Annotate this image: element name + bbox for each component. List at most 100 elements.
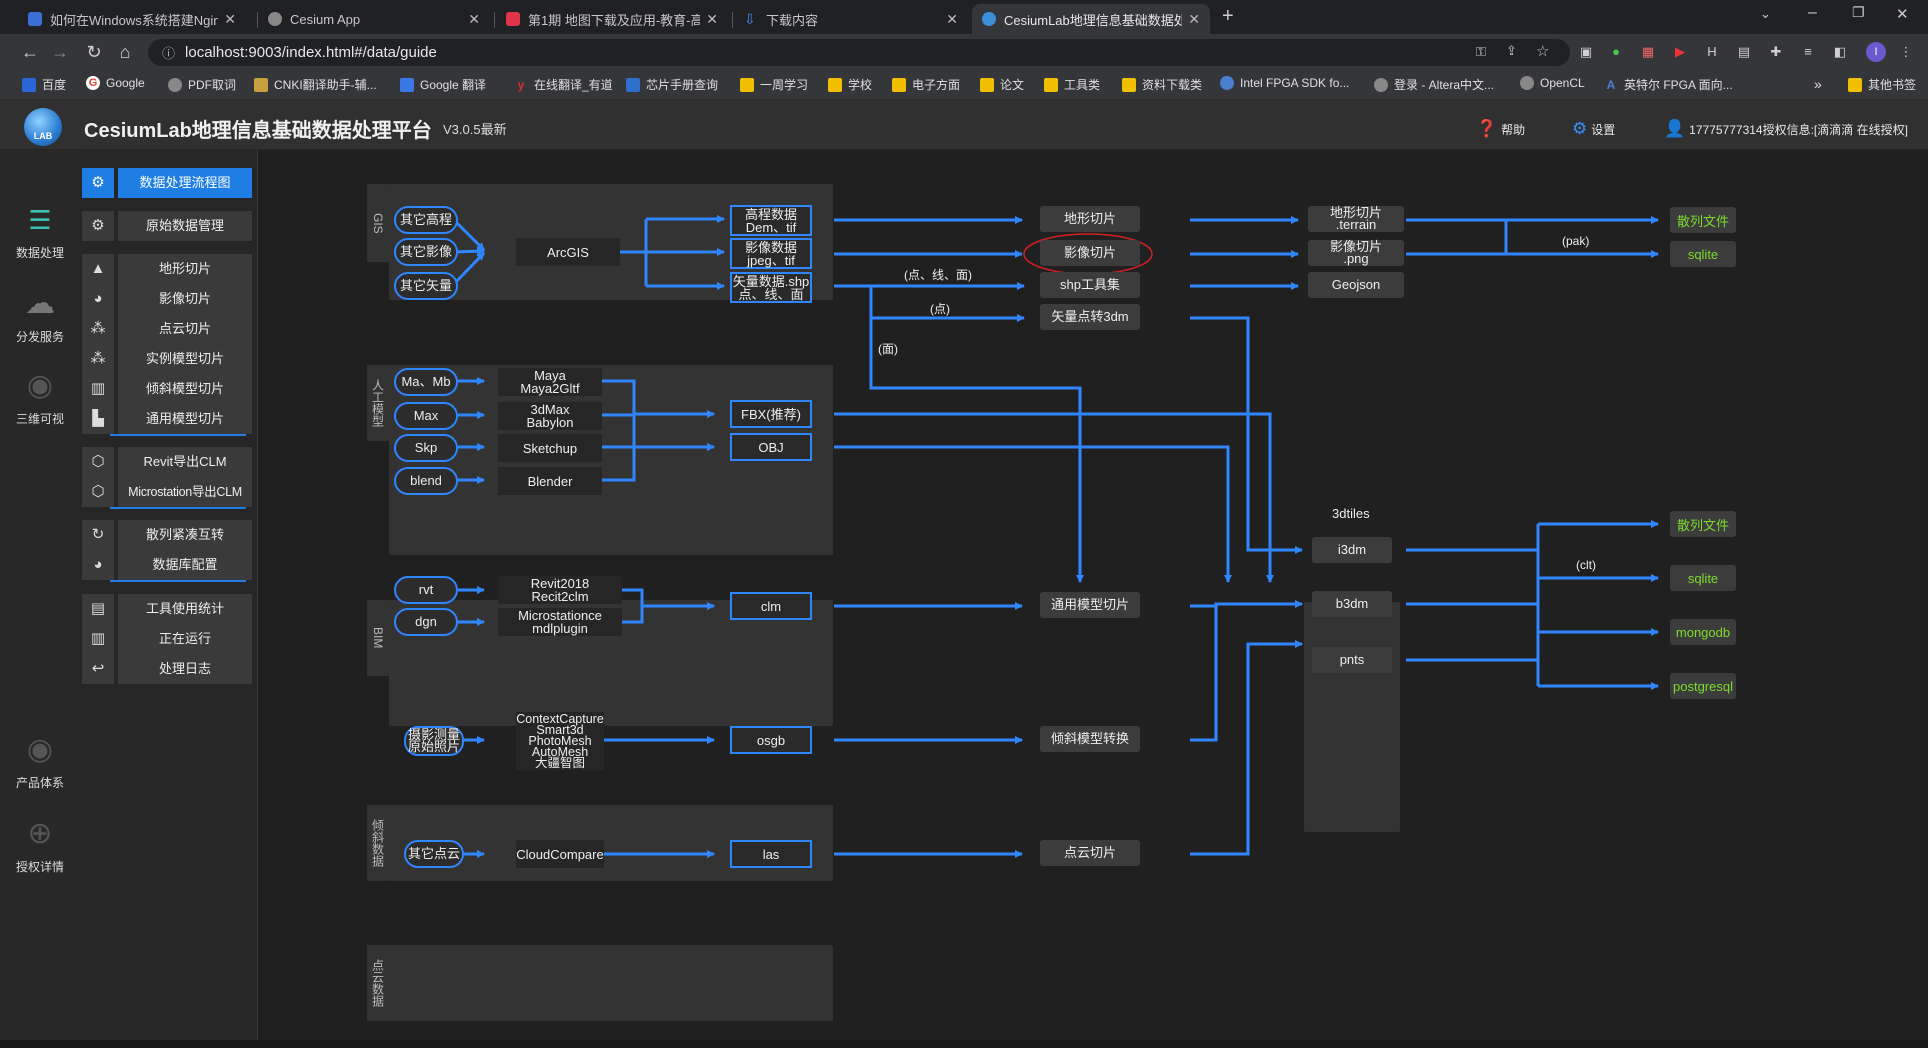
bookmark-folder[interactable]: 工具类 xyxy=(1044,76,1100,93)
node-arcgis[interactable]: ArcGIS xyxy=(516,238,620,266)
key-icon[interactable]: ⚿ xyxy=(1476,44,1486,60)
node-photogrammetry[interactable]: 摄影测量 原始照片 xyxy=(404,726,464,756)
menu-terrain-tile[interactable]: ▲ 地形切片 xyxy=(82,254,254,284)
menu-db-config[interactable]: ◕ 数据库配置 xyxy=(82,550,254,580)
bookmark-item[interactable]: 登录 - Altera中文... xyxy=(1374,76,1494,93)
target-hash-files[interactable]: 散列文件 xyxy=(1670,511,1736,537)
node-b3dm[interactable]: b3dm xyxy=(1312,591,1392,617)
node-vector-to-3dm[interactable]: 矢量点转3dm xyxy=(1040,304,1140,330)
target-sqlite[interactable]: sqlite xyxy=(1670,241,1736,267)
browser-tab-active[interactable]: CesiumLab地理信息基础数据处 ✕ xyxy=(972,4,1210,34)
node-other-imagery[interactable]: 其它影像 xyxy=(394,238,458,266)
menu-flowchart[interactable]: ⚙ 数据处理流程图 xyxy=(82,168,254,198)
bookmark-item[interactable]: 百度 xyxy=(22,76,66,93)
tab-search-icon[interactable]: ⌄ xyxy=(1760,6,1771,22)
bookmark-item[interactable]: G Google xyxy=(86,76,145,90)
restore-icon[interactable]: ❐ xyxy=(1852,4,1865,21)
bookmark-item[interactable]: PDF取词 xyxy=(168,76,236,93)
address-bar[interactable]: ⓘ localhost:9003/index.html#/data/guide … xyxy=(148,39,1570,66)
node-clm[interactable]: clm xyxy=(730,592,812,620)
node-blend[interactable]: blend xyxy=(394,467,458,495)
node-revit2018[interactable]: Revit2018 Recit2clm xyxy=(498,576,622,604)
node-pointcloud-tile[interactable]: 点云切片 xyxy=(1040,840,1140,866)
node-oblique-convert[interactable]: 倾斜模型转换 xyxy=(1040,726,1140,752)
bookmark-folder[interactable]: 电子方面 xyxy=(892,76,960,93)
new-tab-icon[interactable]: + xyxy=(1222,5,1234,28)
node-i3dm[interactable]: i3dm xyxy=(1312,537,1392,563)
close-tab-icon[interactable]: ✕ xyxy=(224,11,236,28)
playlist-icon[interactable]: ≡ xyxy=(1800,44,1816,60)
node-dgn[interactable]: dgn xyxy=(394,608,458,636)
sidebar-icon[interactable]: ◧ xyxy=(1832,44,1848,60)
menu-pointcloud-tile[interactable]: ⁂ 点云切片 xyxy=(82,314,254,344)
node-general-model-tile[interactable]: 通用模型切片 xyxy=(1040,592,1140,618)
node-osgb[interactable]: osgb xyxy=(730,726,812,754)
node-vector-data[interactable]: 矢量数据.shp 点、线、面 xyxy=(730,272,812,303)
menu-imagery-tile[interactable]: ◕ 影像切片 xyxy=(82,284,254,314)
node-shp-toolkit[interactable]: shp工具集 xyxy=(1040,272,1140,298)
bookmark-item[interactable]: Google 翻译 xyxy=(400,76,486,93)
node-maya[interactable]: Maya Maya2Gltf xyxy=(498,368,602,396)
rail-data-processing[interactable]: ☰ 数据处理 xyxy=(0,202,80,261)
node-microstation[interactable]: Microstationce mdlplugin xyxy=(498,608,622,636)
extension-h-icon[interactable]: H xyxy=(1704,44,1720,60)
node-rvt[interactable]: rvt xyxy=(394,576,458,604)
bookmark-item[interactable]: y 在线翻译_有道 xyxy=(514,76,613,93)
node-other-dem[interactable]: 其它高程 xyxy=(394,206,458,234)
menu-oblique-model-tile[interactable]: ▥ 倾斜模型切片 xyxy=(82,374,254,404)
share-icon[interactable]: ⇪ xyxy=(1506,43,1517,59)
extension-icon[interactable]: ▦ xyxy=(1640,44,1656,60)
bookmark-folder[interactable]: 学校 xyxy=(828,76,872,93)
menu-running[interactable]: ▥ 正在运行 xyxy=(82,624,254,654)
target-mongodb[interactable]: mongodb xyxy=(1670,619,1736,645)
node-dem-data[interactable]: 高程数据 Dem、tif xyxy=(730,205,812,236)
node-imagery-data[interactable]: 影像数据 jpeg、tif xyxy=(730,238,812,269)
target-sqlite[interactable]: sqlite xyxy=(1670,565,1736,591)
browser-tab[interactable]: 第1期 地图下载及应用-教育-高清 ✕ xyxy=(496,4,728,34)
node-ma-mb[interactable]: Ma、Mb xyxy=(394,368,458,396)
menu-process-log[interactable]: ↩ 处理日志 xyxy=(82,654,254,684)
menu-revit-export[interactable]: ⬡ Revit导出CLM xyxy=(82,447,254,477)
menu-general-model-tile[interactable]: ▙ 通用模型切片 xyxy=(82,404,254,434)
node-imagery-output[interactable]: 影像切片 .png xyxy=(1308,240,1404,266)
node-sketchup[interactable]: Sketchup xyxy=(498,434,602,462)
extension-icon[interactable]: ▤ xyxy=(1736,44,1752,60)
settings-link[interactable]: ⚙ 设置 xyxy=(1572,119,1615,139)
node-geojson[interactable]: Geojson xyxy=(1308,272,1404,298)
node-oblique-tools[interactable]: ContextCapture Smart3d PhotoMesh AutoMes… xyxy=(516,712,604,770)
node-terrain-output[interactable]: 地形切片 .terrain xyxy=(1308,206,1404,232)
menu-tool-stats[interactable]: ▤ 工具使用统计 xyxy=(82,594,254,624)
bookmark-item[interactable]: Intel FPGA SDK fo... xyxy=(1220,76,1349,90)
node-las[interactable]: las xyxy=(730,840,812,868)
close-tab-icon[interactable]: ✕ xyxy=(468,11,480,28)
node-pnts[interactable]: pnts xyxy=(1312,647,1392,673)
node-imagery-tile[interactable]: 影像切片 xyxy=(1040,240,1140,266)
bookmark-star-icon[interactable]: ☆ xyxy=(1536,42,1549,60)
bookmark-folder[interactable]: 资料下载类 xyxy=(1122,76,1202,93)
node-cloudcompare[interactable]: CloudCompare xyxy=(516,840,604,868)
menu-instance-model-tile[interactable]: ⁂ 实例模型切片 xyxy=(82,344,254,374)
bookmark-folder[interactable]: 论文 xyxy=(980,76,1024,93)
node-fbx[interactable]: FBX(推荐) xyxy=(730,400,812,428)
other-bookmarks[interactable]: 其他书签 xyxy=(1848,76,1916,93)
rail-products[interactable]: ◉ 产品体系 xyxy=(0,732,80,791)
bookmark-item[interactable]: CNKI翻译助手-辅... xyxy=(254,76,377,93)
user-info[interactable]: 👤 17775777314授权信息:[滴滴滴 在线授权] xyxy=(1664,119,1908,139)
help-link[interactable]: ❓ 帮助 xyxy=(1476,119,1525,139)
menu-raw-data[interactable]: ⚙ 原始数据管理 xyxy=(82,211,254,241)
back-icon[interactable]: ← xyxy=(20,42,40,63)
target-hash-files[interactable]: 散列文件 xyxy=(1670,207,1736,233)
video-extension-icon[interactable]: ▶ xyxy=(1672,44,1688,60)
node-blender[interactable]: Blender xyxy=(498,467,602,495)
site-info-icon[interactable]: ⓘ xyxy=(162,43,175,62)
evernote-icon[interactable]: ● xyxy=(1608,44,1624,60)
close-tab-icon[interactable]: ✕ xyxy=(946,11,958,28)
menu-microstation-export[interactable]: ⬡ Microstation导出CLM xyxy=(82,477,254,507)
node-skp[interactable]: Skp xyxy=(394,434,458,462)
menu-hash-compact[interactable]: ↻ 散列紧凑互转 xyxy=(82,520,254,550)
bookmark-item[interactable]: 芯片手册查询 xyxy=(626,76,718,93)
rail-3d-visual[interactable]: ◉ 三维可视 xyxy=(0,368,80,427)
more-bookmarks-icon[interactable]: » xyxy=(1814,76,1822,92)
home-icon[interactable]: ⌂ xyxy=(115,42,135,63)
close-window-icon[interactable]: ✕ xyxy=(1896,5,1909,23)
